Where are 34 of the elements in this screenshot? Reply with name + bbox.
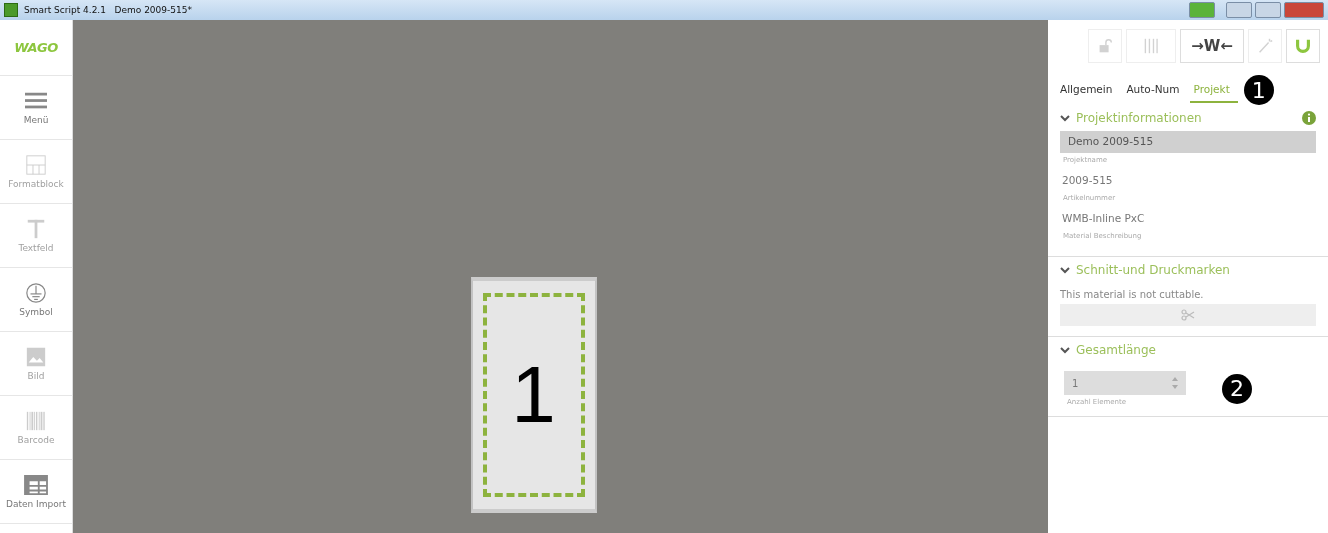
tab[interactable]: Projekt — [1189, 77, 1238, 103]
wand-icon — [1256, 37, 1274, 55]
tab[interactable]: Auto-Num — [1122, 77, 1188, 103]
input-field[interactable]: Demo 2009-515 — [1060, 131, 1316, 153]
input-field[interactable]: 2009-515 — [1060, 170, 1316, 191]
window-title: Smart Script 4.2.1 Demo 2009-515* — [24, 5, 192, 15]
input-field[interactable]: WMB-Inline PxC — [1060, 208, 1316, 229]
vertical-lines-icon — [1142, 37, 1160, 55]
network-icon[interactable] — [1189, 2, 1215, 18]
label-text: 1 — [511, 349, 556, 441]
minimize-button[interactable] — [1226, 2, 1252, 18]
magnet-icon — [1294, 37, 1312, 55]
close-button[interactable] — [1284, 2, 1324, 18]
sidebar-item[interactable]: Menü — [0, 76, 72, 140]
info-icon[interactable] — [1302, 111, 1316, 125]
fit-width-button[interactable]: →W← — [1180, 29, 1244, 63]
chevron-icon[interactable] — [1060, 113, 1070, 123]
table-icon — [22, 474, 50, 496]
label-card[interactable]: 1 — [470, 277, 597, 513]
number-field[interactable]: 1 — [1064, 371, 1186, 395]
logo: WAGO — [14, 40, 58, 55]
sidebar-item[interactable]: Symbol — [0, 268, 72, 332]
tab[interactable]: Allgemein — [1056, 77, 1121, 103]
note-text: This material is not cuttable. — [1060, 289, 1205, 300]
callout-number: 2 — [1222, 373, 1252, 404]
scissors-icon — [1181, 309, 1195, 321]
spinner-arrows-icon[interactable] — [1172, 376, 1178, 390]
sidebar-item[interactable]: Daten Import — [0, 460, 72, 524]
chevron-icon[interactable] — [1060, 345, 1070, 355]
maximize-button[interactable] — [1255, 2, 1281, 18]
magnet-button[interactable] — [1286, 29, 1320, 63]
app-icon — [4, 3, 18, 17]
callout-number: 1 — [1243, 75, 1274, 105]
chevron-icon[interactable] — [1060, 265, 1070, 275]
